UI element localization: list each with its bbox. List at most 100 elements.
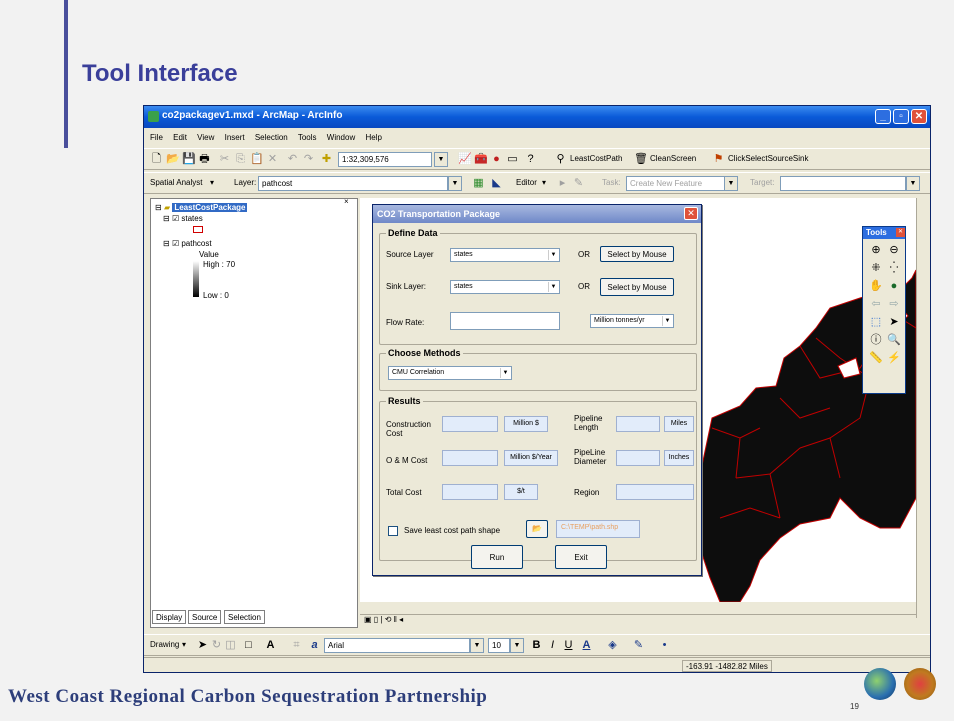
maximize-button[interactable]: ▫ bbox=[893, 109, 909, 124]
collapse-icon[interactable]: ⊟ bbox=[155, 203, 162, 212]
minimize-button[interactable]: _ bbox=[875, 109, 891, 124]
chevron-down-icon[interactable]: ▾ bbox=[542, 178, 546, 187]
editor-toolbar-icon[interactable]: 📈 bbox=[458, 153, 472, 166]
browse-folder-button[interactable]: 📂 bbox=[526, 520, 548, 538]
tab-source[interactable]: Source bbox=[188, 610, 222, 624]
chevron-down-icon[interactable]: ▾ bbox=[182, 640, 186, 649]
histogram-icon[interactable]: ▦ bbox=[472, 177, 485, 190]
method-select[interactable]: CMU Correlation ▼ bbox=[388, 366, 512, 380]
menu-selection[interactable]: Selection bbox=[255, 133, 288, 142]
edit-pointer-icon[interactable]: ▸ bbox=[556, 177, 569, 190]
zoom-out-icon[interactable]: ⊖ bbox=[887, 243, 901, 257]
edit-vertices-icon[interactable]: ⌗ bbox=[290, 639, 303, 652]
marker-color-icon[interactable]: • bbox=[658, 639, 671, 652]
drawing-menu[interactable]: Drawing bbox=[150, 640, 179, 649]
font-select[interactable]: Arial bbox=[324, 638, 470, 653]
menu-file[interactable]: File bbox=[150, 133, 163, 142]
exit-button[interactable]: Exit bbox=[555, 545, 607, 569]
rectangle-icon[interactable]: □ bbox=[242, 639, 255, 652]
font-size-select[interactable]: 10 bbox=[488, 638, 510, 653]
toc-layer-pathcost[interactable]: ⊟ ☑ pathcost bbox=[163, 239, 212, 248]
toc-layer-states[interactable]: ⊟ ☑ states bbox=[163, 214, 203, 223]
menu-insert[interactable]: Insert bbox=[225, 133, 245, 142]
map-vertical-scrollbar[interactable] bbox=[916, 198, 928, 618]
task-dropdown[interactable]: ▼ bbox=[724, 176, 738, 191]
new-text-icon[interactable]: A bbox=[264, 639, 277, 652]
command-line-icon[interactable]: ▭ bbox=[506, 153, 519, 166]
underline-icon[interactable]: U bbox=[562, 639, 575, 652]
menu-help[interactable]: Help bbox=[365, 133, 381, 142]
zoom-whole-page-icon[interactable]: ◫ bbox=[224, 639, 237, 652]
fixed-zoom-out-icon[interactable]: ⁛ bbox=[887, 261, 901, 275]
chevron-down-icon[interactable]: ▾ bbox=[210, 178, 214, 187]
sink-layer-select[interactable]: states ▼ bbox=[450, 280, 560, 294]
collapse-icon[interactable]: ⊟ bbox=[163, 214, 170, 223]
flow-unit-select[interactable]: Million tonnes/yr ▼ bbox=[590, 314, 674, 328]
clean-screen-button[interactable]: CleanScreen bbox=[650, 154, 696, 163]
fill-color-icon[interactable]: ◈ bbox=[606, 639, 619, 652]
spatial-analyst-menu[interactable]: Spatial Analyst bbox=[150, 178, 202, 187]
layer-dropdown[interactable]: ▼ bbox=[448, 176, 462, 191]
rotate-icon[interactable]: ↻ bbox=[210, 639, 223, 652]
chevron-down-icon[interactable]: ▼ bbox=[548, 282, 558, 292]
source-select-by-mouse-button[interactable]: Select by Mouse bbox=[600, 246, 674, 262]
view-toggle-icons[interactable]: ▣ ▯ | ⟲ ‖ ◂ bbox=[364, 615, 403, 624]
tab-selection[interactable]: Selection bbox=[224, 610, 265, 624]
save-shape-checkbox[interactable] bbox=[388, 526, 398, 536]
collapse-icon[interactable]: ⊟ bbox=[163, 239, 170, 248]
layer-checkbox[interactable]: ☑ bbox=[172, 239, 179, 248]
dialog-close-button[interactable]: ✕ bbox=[684, 207, 698, 220]
click-select-icon[interactable]: ⚑ bbox=[712, 153, 725, 166]
task-select[interactable]: Create New Feature bbox=[626, 176, 730, 191]
save-path-field[interactable]: C:\TEMP\path.shp bbox=[556, 520, 640, 538]
undo-icon[interactable]: ↶ bbox=[286, 153, 299, 166]
target-dropdown[interactable]: ▼ bbox=[906, 176, 920, 191]
catalog-icon[interactable]: ● bbox=[490, 153, 503, 166]
delete-icon[interactable]: ✕ bbox=[266, 153, 279, 166]
least-cost-path-button[interactable]: LeastCostPath bbox=[570, 154, 622, 163]
chevron-down-icon[interactable]: ▼ bbox=[500, 368, 510, 378]
full-extent-icon[interactable]: ● bbox=[887, 279, 901, 293]
toc-root[interactable]: ⊟ ▰ LeastCostPackage bbox=[155, 203, 248, 212]
menu-window[interactable]: Window bbox=[327, 133, 355, 142]
map-horizontal-scrollbar[interactable]: ▣ ▯ | ⟲ ‖ ◂ bbox=[360, 614, 916, 626]
chevron-down-icon[interactable]: ▼ bbox=[662, 316, 672, 326]
arctoolbox-icon[interactable]: 🧰 bbox=[474, 153, 488, 166]
add-data-icon[interactable]: ✚ bbox=[320, 153, 333, 166]
clean-screen-icon[interactable]: 🗑 bbox=[634, 153, 648, 166]
select-elements-icon[interactable]: ➤ bbox=[196, 639, 209, 652]
sketch-icon[interactable]: ✎ bbox=[572, 177, 585, 190]
select-elements-icon[interactable]: ➤ bbox=[887, 315, 901, 329]
identify-icon[interactable]: ⓘ bbox=[869, 333, 883, 347]
close-icon[interactable]: ✕ bbox=[896, 228, 905, 237]
find-icon[interactable]: 🔍 bbox=[887, 333, 901, 347]
back-extent-icon[interactable]: ⇦ bbox=[869, 297, 883, 311]
forward-extent-icon[interactable]: ⇨ bbox=[887, 297, 901, 311]
close-button[interactable]: ✕ bbox=[911, 109, 927, 124]
chevron-down-icon[interactable]: ▼ bbox=[548, 250, 558, 260]
line-color-icon[interactable]: ✎ bbox=[632, 639, 645, 652]
zoom-in-icon[interactable]: ⊕ bbox=[869, 243, 883, 257]
target-select[interactable] bbox=[780, 176, 906, 191]
copy-icon[interactable]: ⎘ bbox=[234, 153, 247, 166]
flow-rate-input[interactable] bbox=[450, 312, 560, 330]
menu-view[interactable]: View bbox=[197, 133, 214, 142]
layer-select[interactable]: pathcost bbox=[258, 176, 448, 191]
redo-icon[interactable]: ↷ bbox=[302, 153, 315, 166]
print-icon[interactable]: 🖶 bbox=[198, 153, 211, 166]
cut-icon[interactable]: ✂ bbox=[218, 153, 231, 166]
whats-this-icon[interactable]: ? bbox=[524, 153, 537, 166]
scale-input[interactable]: 1:32,309,576 bbox=[338, 152, 432, 167]
source-layer-select[interactable]: states ▼ bbox=[450, 248, 560, 262]
least-cost-path-icon[interactable]: ⚲ bbox=[554, 153, 567, 166]
tab-display[interactable]: Display bbox=[152, 610, 187, 624]
font-color-icon[interactable]: A bbox=[580, 639, 593, 652]
open-icon[interactable]: 📂 bbox=[166, 153, 180, 166]
run-button[interactable]: Run bbox=[471, 545, 523, 569]
close-icon[interactable]: × bbox=[344, 197, 349, 206]
measure-icon[interactable]: 📏 bbox=[869, 351, 883, 365]
font-dropdown[interactable]: ▼ bbox=[470, 638, 484, 653]
editor-menu[interactable]: Editor bbox=[516, 178, 537, 187]
bold-icon[interactable]: B bbox=[530, 639, 543, 652]
scale-dropdown[interactable]: ▼ bbox=[434, 152, 448, 167]
